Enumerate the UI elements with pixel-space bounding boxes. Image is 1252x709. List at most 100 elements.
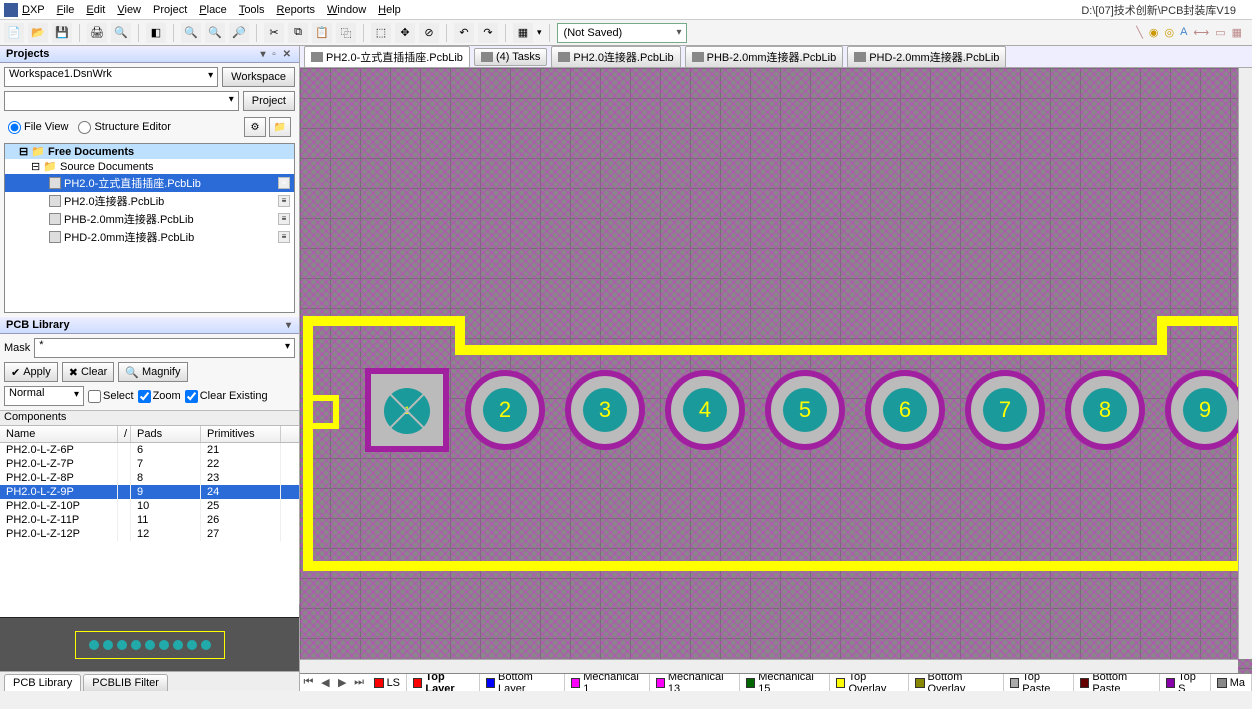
- panel-controls[interactable]: ▾ ▫ ✕: [261, 49, 294, 60]
- tool-line-icon[interactable]: ╲: [1136, 26, 1143, 39]
- menu-project[interactable]: Project: [153, 4, 187, 16]
- layer-tab[interactable]: Mechanical 15: [740, 673, 830, 691]
- open-button[interactable]: 📂: [28, 23, 48, 43]
- preview-button[interactable]: 🔍: [111, 23, 131, 43]
- layers-button[interactable]: ◧: [146, 23, 166, 43]
- undo-button[interactable]: ↶: [454, 23, 474, 43]
- move-button[interactable]: ✥: [395, 23, 415, 43]
- layer-tab[interactable]: Bottom Overlay: [909, 673, 1004, 691]
- tree-file[interactable]: PHD-2.0mm连接器.PcbLib≡: [5, 228, 294, 246]
- layer-tab[interactable]: Mechanical 1: [565, 673, 650, 691]
- tree-file[interactable]: PHB-2.0mm连接器.PcbLib≡: [5, 210, 294, 228]
- clear-button[interactable]: ✖ Clear: [62, 362, 115, 382]
- table-row[interactable]: PH2.0-L-Z-9P924: [0, 485, 299, 499]
- menu-dxp[interactable]: DXP: [22, 4, 45, 16]
- file-tab[interactable]: PHB-2.0mm连接器.PcbLib: [685, 46, 844, 68]
- layer-tab[interactable]: Top Paste: [1004, 673, 1074, 691]
- project-combo[interactable]: [4, 91, 239, 111]
- col-prim[interactable]: Primitives: [201, 426, 281, 442]
- zoom-area-button[interactable]: 🔍: [181, 23, 201, 43]
- layer-tab[interactable]: Mechanical 13: [650, 673, 740, 691]
- tab-pcb-library[interactable]: PCB Library: [4, 674, 81, 691]
- pad-3[interactable]: 3: [565, 370, 645, 450]
- dropdown-arrow-icon[interactable]: ▾: [537, 27, 542, 38]
- col-pads[interactable]: Pads: [131, 426, 201, 442]
- pad-2[interactable]: 2: [465, 370, 545, 450]
- table-row[interactable]: PH2.0-L-Z-12P1227: [0, 527, 299, 541]
- tree-file[interactable]: PH2.0连接器.PcbLib≡: [5, 192, 294, 210]
- pad-1-box[interactable]: 1: [365, 368, 449, 452]
- grid-button[interactable]: ▦: [513, 23, 533, 43]
- layer-nav-first[interactable]: ⏮: [300, 676, 317, 689]
- menu-file[interactable]: File: [57, 4, 75, 16]
- menu-tools[interactable]: Tools: [239, 4, 265, 16]
- layer-nav-next[interactable]: ▶: [334, 676, 351, 689]
- tool-array-icon[interactable]: ▦: [1232, 26, 1242, 39]
- print-button[interactable]: 🖨: [87, 23, 107, 43]
- copy-button[interactable]: ⧉: [288, 23, 308, 43]
- file-tab[interactable]: PH2.0-立式直插插座.PcbLib: [304, 46, 470, 68]
- menu-view[interactable]: View: [117, 4, 141, 16]
- table-row[interactable]: PH2.0-L-Z-8P823: [0, 471, 299, 485]
- layer-tab[interactable]: Bottom Paste: [1074, 673, 1160, 691]
- tool-string-icon[interactable]: A: [1180, 26, 1187, 39]
- tab-pcblib-filter[interactable]: PCBLIB Filter: [83, 674, 168, 691]
- pad-8[interactable]: 8: [1065, 370, 1145, 450]
- pcb-canvas[interactable]: 1 23456789: [300, 68, 1252, 673]
- workspace-combo[interactable]: Workspace1.DsnWrk: [4, 67, 218, 87]
- deselect-button[interactable]: ⊘: [419, 23, 439, 43]
- table-row[interactable]: PH2.0-L-Z-11P1126: [0, 513, 299, 527]
- zoom-fit-button[interactable]: 🔍: [205, 23, 225, 43]
- apply-button[interactable]: ✔ Apply: [4, 362, 58, 382]
- workspace-button[interactable]: Workspace: [222, 67, 295, 87]
- project-tree[interactable]: ⊟ 📁 Free Documents ⊟ 📁 Source Documents …: [4, 143, 295, 313]
- table-row[interactable]: PH2.0-L-Z-10P1025: [0, 499, 299, 513]
- menu-window[interactable]: Window: [327, 4, 366, 16]
- redo-button[interactable]: ↷: [478, 23, 498, 43]
- pad-5[interactable]: 5: [765, 370, 845, 450]
- mask-combo[interactable]: *: [34, 338, 295, 358]
- vertical-scrollbar[interactable]: [1238, 68, 1252, 659]
- tool-pad-icon[interactable]: ◉: [1149, 26, 1159, 39]
- structure-editor-radio[interactable]: Structure Editor: [78, 121, 170, 134]
- tree-file[interactable]: PH2.0-立式直插插座.PcbLib≡: [5, 174, 294, 192]
- pad-6[interactable]: 6: [865, 370, 945, 450]
- menu-place[interactable]: Place: [199, 4, 227, 16]
- tree-root[interactable]: ⊟ 📁 Free Documents: [5, 144, 294, 159]
- file-view-radio[interactable]: File View: [8, 121, 68, 134]
- paste-button[interactable]: 📋: [312, 23, 332, 43]
- layer-nav-prev[interactable]: ◀: [317, 676, 334, 689]
- select-button[interactable]: ⬚: [371, 23, 391, 43]
- layer-tab[interactable]: Top Overlay: [830, 673, 909, 691]
- select-checkbox[interactable]: Select: [88, 390, 134, 403]
- layer-tab[interactable]: Top Layer: [407, 673, 480, 691]
- project-options-button[interactable]: 📁: [269, 117, 291, 137]
- file-tab[interactable]: PH2.0连接器.PcbLib: [551, 46, 680, 68]
- pad-4[interactable]: 4: [665, 370, 745, 450]
- tool-rect-icon[interactable]: ▭: [1215, 26, 1225, 39]
- normal-combo[interactable]: Normal: [4, 386, 84, 406]
- cut-button[interactable]: ✂: [264, 23, 284, 43]
- menu-help[interactable]: Help: [378, 4, 401, 16]
- zoom-selected-button[interactable]: 🔎: [229, 23, 249, 43]
- table-row[interactable]: PH2.0-L-Z-6P621: [0, 443, 299, 457]
- layer-tab[interactable]: Bottom Layer: [480, 673, 565, 691]
- menu-edit[interactable]: Edit: [86, 4, 105, 16]
- pad-9[interactable]: 9: [1165, 370, 1245, 450]
- pad-7[interactable]: 7: [965, 370, 1045, 450]
- panel-chevron-icon[interactable]: ▾: [286, 320, 293, 331]
- project-button[interactable]: Project: [243, 91, 295, 111]
- zoom-checkbox[interactable]: Zoom: [138, 390, 181, 403]
- tree-source-docs[interactable]: ⊟ 📁 Source Documents: [5, 159, 294, 174]
- layer-tab[interactable]: LS: [368, 673, 407, 691]
- components-table[interactable]: Name / Pads Primitives PH2.0-L-Z-6P621PH…: [0, 426, 299, 617]
- tool-dimension-icon[interactable]: ⟷: [1193, 26, 1209, 39]
- file-tab[interactable]: (4) Tasks: [474, 48, 547, 66]
- layer-tab[interactable]: Top S: [1160, 673, 1211, 691]
- magnify-button[interactable]: 🔍 Magnify: [118, 362, 187, 382]
- menu-reports[interactable]: Reports: [277, 4, 316, 16]
- col-name[interactable]: Name: [0, 426, 118, 442]
- layer-tab[interactable]: Ma: [1211, 673, 1252, 691]
- project-settings-button[interactable]: ⚙: [244, 117, 266, 137]
- horizontal-scrollbar[interactable]: [300, 659, 1238, 673]
